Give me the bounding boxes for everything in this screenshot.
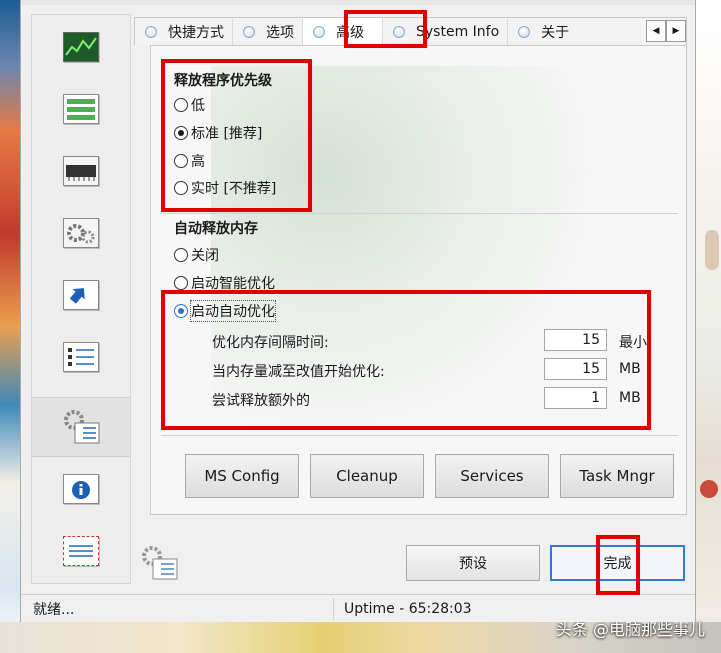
preset-button[interactable]: 预设	[406, 545, 540, 581]
tab-radio-icon	[243, 25, 255, 38]
tab-label: System Info	[416, 23, 500, 40]
sidebar-item-list[interactable]	[32, 79, 130, 139]
radio-button[interactable]	[174, 126, 188, 140]
priority-option-high[interactable]: 高	[174, 151, 205, 171]
option-label: 启动自动优化	[190, 300, 276, 322]
extra-release-label: 尝试释放额外的	[212, 393, 310, 409]
extra-release-unit: MB	[619, 390, 641, 406]
tab-shortcuts[interactable]: 快捷方式	[135, 18, 233, 45]
tab-options[interactable]: 选项	[233, 18, 303, 45]
sidebar-item-memory[interactable]	[32, 141, 130, 201]
interval-unit: 最小	[619, 335, 647, 351]
wallpaper-decoration	[705, 230, 719, 270]
tab-system-info[interactable]: System Info	[383, 18, 509, 45]
shortcut-arrow-icon	[63, 280, 99, 310]
tab-scroll-right-icon[interactable]: ▶	[666, 20, 686, 42]
mail-icon	[63, 536, 99, 566]
tab-radio-icon	[518, 25, 531, 38]
tab-scroll-left-icon[interactable]: ◀	[646, 20, 666, 42]
list-icon	[63, 94, 99, 124]
tab-advanced[interactable]: 高级	[303, 18, 383, 45]
sidebar-item-shortcuts[interactable]	[32, 265, 130, 325]
divider	[161, 213, 678, 214]
sidebar-item-monitor[interactable]	[32, 17, 130, 77]
services-button[interactable]: Services	[435, 454, 549, 498]
priority-title: 释放程序优先级	[174, 73, 272, 89]
extra-release-input[interactable]: 1	[544, 387, 607, 409]
tab-scroll-buttons: ◀ ▶	[646, 18, 686, 44]
threshold-unit: MB	[619, 361, 641, 377]
tab-strip: 快捷方式 选项 高级 System Info 关于 ◀ ▶	[134, 17, 687, 45]
sidebar-item-options[interactable]	[32, 327, 130, 387]
advanced-panel: 释放程序优先级 低 标准 [推荐] 高 实时 [不推荐] 自动释放内存 关闭 启…	[150, 45, 687, 515]
tab-about[interactable]: 关于	[508, 19, 577, 45]
radio-button[interactable]	[174, 276, 188, 290]
radio-button[interactable]	[174, 98, 188, 112]
auto-release-title: 自动释放内存	[174, 221, 258, 237]
priority-option-low[interactable]: 低	[174, 95, 205, 115]
interval-label: 优化内存间隔时间:	[212, 335, 329, 351]
tab-radio-icon	[145, 25, 157, 38]
option-label: 启动智能优化	[191, 276, 275, 292]
status-text: 就绪...	[33, 601, 75, 618]
radio-button[interactable]	[174, 304, 188, 318]
tab-label: 关于	[541, 24, 570, 41]
tab-label: 高级	[336, 24, 364, 41]
option-label: 关闭	[191, 248, 219, 264]
title-bar	[21, 0, 695, 5]
memory-chip-icon	[63, 156, 99, 186]
tab-label: 快捷方式	[168, 24, 224, 41]
wallpaper-decoration	[700, 480, 718, 498]
tab-radio-icon	[393, 25, 405, 38]
cleanmem-window: 快捷方式 选项 高级 System Info 关于 ◀ ▶ 释放程序优先级 低 …	[20, 0, 696, 622]
uptime-text: Uptime - 65:28:03	[344, 600, 472, 617]
sidebar-item-system-info[interactable]	[32, 459, 130, 519]
auto-release-off[interactable]: 关闭	[174, 245, 219, 265]
status-bar: 就绪... Uptime - 65:28:03	[21, 594, 695, 622]
gears-icon	[63, 218, 99, 248]
checklist-icon	[63, 342, 99, 372]
priority-option-normal[interactable]: 标准 [推荐]	[174, 123, 262, 143]
option-label: 低	[191, 98, 205, 114]
threshold-label: 当内存量减至改值开始优化:	[212, 364, 385, 380]
threshold-input[interactable]: 15	[544, 358, 607, 380]
option-label: 实时 [不推荐]	[191, 181, 277, 197]
wallpaper-left-strip	[0, 0, 22, 653]
priority-option-realtime[interactable]: 实时 [不推荐]	[174, 178, 276, 198]
settings-checklist-icon	[139, 545, 179, 581]
cleanup-button[interactable]: Cleanup	[310, 454, 424, 498]
chart-icon	[63, 32, 99, 62]
info-icon	[63, 474, 99, 504]
sidebar-item-settings[interactable]	[32, 203, 130, 263]
sidebar-item-about[interactable]	[32, 521, 130, 581]
settings-checklist-icon	[61, 409, 101, 445]
option-label: 标准 [推荐]	[191, 126, 263, 142]
auto-release-smart[interactable]: 启动智能优化	[174, 273, 275, 293]
sidebar	[31, 14, 131, 584]
auto-release-auto[interactable]: 启动自动优化	[174, 300, 276, 322]
tab-radio-icon	[313, 25, 325, 38]
sidebar-item-advanced[interactable]	[32, 397, 130, 457]
option-label: 高	[191, 154, 205, 170]
divider	[161, 435, 678, 436]
interval-input[interactable]: 15	[544, 329, 607, 351]
task-manager-button[interactable]: Task Mngr	[560, 454, 674, 498]
done-button[interactable]: 完成	[550, 545, 685, 581]
wallpaper-right-strip	[696, 0, 721, 653]
ms-config-button[interactable]: MS Config	[185, 454, 299, 498]
radio-button[interactable]	[174, 154, 188, 168]
radio-button[interactable]	[174, 181, 188, 195]
tab-label: 选项	[266, 24, 294, 41]
radio-button[interactable]	[174, 248, 188, 262]
